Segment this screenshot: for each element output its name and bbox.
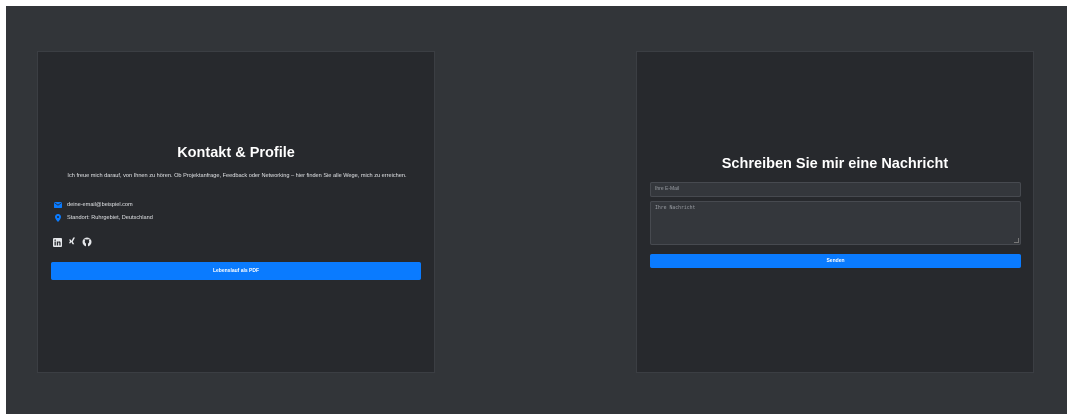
- map-pin-icon: [53, 214, 63, 222]
- location-text: Standort: Ruhrgebiet, Deutschland: [67, 215, 153, 221]
- message-card: Schreiben Sie mir eine Nachricht Ihre E-…: [636, 51, 1034, 373]
- envelope-icon: [53, 201, 63, 209]
- email-line[interactable]: deine-email@beispiel.com: [53, 201, 133, 209]
- message-textarea[interactable]: Ihre Nachricht: [650, 201, 1021, 245]
- contact-intro: Ich freue mich darauf, von Ihnen zu höre…: [67, 173, 407, 179]
- cv-download-button[interactable]: Lebenslauf als PDF: [51, 262, 421, 280]
- location-line: Standort: Ruhrgebiet, Deutschland: [53, 214, 153, 222]
- contact-card: Kontakt & Profile Ich freue mich darauf,…: [37, 51, 435, 373]
- contact-title: Kontakt & Profile: [177, 145, 295, 161]
- github-icon[interactable]: [82, 237, 92, 247]
- message-placeholder: Ihre Nachricht: [655, 206, 696, 211]
- resize-grip-icon[interactable]: [1014, 238, 1019, 243]
- send-button[interactable]: Senden: [650, 254, 1021, 268]
- linkedin-icon[interactable]: [52, 237, 62, 247]
- email-input[interactable]: Ihre E-Mail: [650, 182, 1021, 197]
- page-background: Kontakt & Profile Ich freue mich darauf,…: [6, 6, 1067, 414]
- social-links: [52, 237, 92, 247]
- xing-icon[interactable]: [67, 237, 77, 247]
- message-form-title: Schreiben Sie mir eine Nachricht: [721, 156, 949, 172]
- email-address[interactable]: deine-email@beispiel.com: [67, 202, 133, 208]
